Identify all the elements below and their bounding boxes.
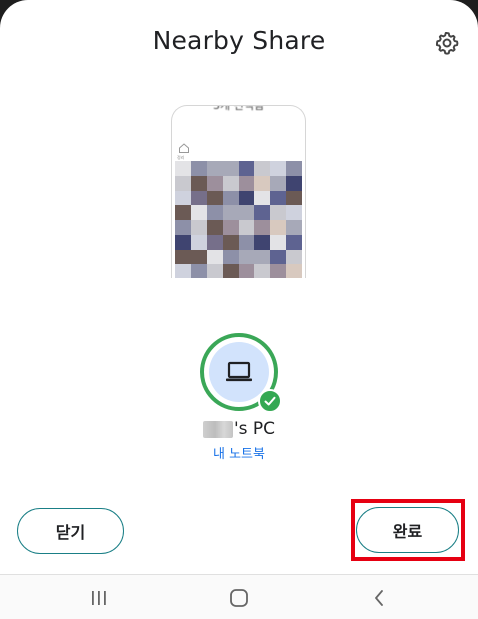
home-button[interactable]	[224, 587, 254, 609]
mosaic-cell	[238, 234, 255, 250]
mosaic-cell	[222, 190, 239, 206]
mosaic-cell	[222, 264, 239, 278]
mosaic-cell	[238, 264, 255, 278]
mosaic-cell	[222, 205, 239, 220]
recent-apps-button[interactable]	[84, 587, 114, 609]
mosaic-cell	[238, 175, 255, 191]
back-icon	[375, 590, 383, 606]
home-icon	[179, 143, 189, 153]
mosaic-cell	[254, 264, 271, 278]
mosaic-cell	[286, 190, 302, 206]
mosaic-cell	[270, 249, 287, 265]
mosaic-cell	[254, 175, 271, 191]
mosaic-cell	[190, 205, 207, 220]
mosaic-cell	[175, 161, 191, 176]
mosaic-cell	[175, 264, 191, 278]
preview-header: 3개 선택됨	[213, 105, 264, 112]
mosaic-cell	[238, 190, 255, 206]
mosaic-cell	[190, 264, 207, 278]
mosaic-cell	[286, 249, 302, 265]
mosaic-cell	[286, 220, 302, 235]
mosaic-cell	[222, 249, 239, 265]
device-subtitle: 내 노트북	[213, 447, 265, 462]
mosaic-cell	[254, 234, 271, 250]
mosaic-cell	[254, 161, 271, 176]
target-device[interactable]	[200, 333, 282, 413]
mosaic-cell	[206, 249, 223, 265]
mosaic-cell	[254, 220, 271, 235]
pixelated-image	[175, 161, 302, 278]
recent-apps-icon	[92, 591, 106, 605]
mosaic-cell	[206, 234, 223, 250]
mosaic-cell	[286, 264, 302, 278]
device-name: 's PC	[0, 419, 478, 439]
close-button[interactable]: 닫기	[17, 508, 124, 554]
mosaic-cell	[206, 190, 223, 206]
mosaic-cell	[286, 234, 302, 250]
done-button[interactable]: 완료	[356, 507, 459, 553]
mosaic-cell	[190, 190, 207, 206]
mosaic-cell	[190, 249, 207, 265]
mosaic-cell	[222, 234, 239, 250]
mosaic-cell	[222, 175, 239, 191]
mosaic-cell	[190, 234, 207, 250]
mosaic-cell	[270, 161, 287, 176]
mosaic-cell	[175, 234, 191, 250]
mosaic-cell	[238, 205, 255, 220]
mosaic-cell	[175, 220, 191, 235]
mosaic-cell	[270, 220, 287, 235]
mosaic-cell	[270, 205, 287, 220]
mosaic-cell	[286, 175, 302, 191]
back-button[interactable]	[364, 587, 394, 609]
settings-button[interactable]	[432, 28, 462, 58]
mosaic-cell	[175, 175, 191, 191]
mosaic-cell	[270, 234, 287, 250]
mosaic-cell	[270, 264, 287, 278]
mosaic-cell	[175, 190, 191, 206]
mosaic-cell	[190, 161, 207, 176]
mosaic-cell	[286, 161, 302, 176]
mosaic-cell	[206, 205, 223, 220]
shared-content-preview: 3개 선택됨 정리	[171, 105, 306, 278]
mosaic-cell	[222, 161, 239, 176]
mosaic-cell	[238, 161, 255, 176]
mosaic-cell	[206, 264, 223, 278]
mosaic-cell	[238, 220, 255, 235]
mosaic-cell	[270, 190, 287, 206]
sheet-title: Nearby Share	[152, 26, 326, 55]
laptop-icon	[226, 361, 252, 382]
mosaic-cell	[254, 190, 271, 206]
mosaic-cell	[190, 220, 207, 235]
checkmark-icon	[258, 389, 282, 413]
redacted-user-name	[202, 420, 233, 438]
nearby-share-sheet: Nearby Share 3개 선택됨 정리 's PC 내 노트북 닫기 완료	[0, 0, 478, 619]
mosaic-cell	[238, 249, 255, 265]
mosaic-cell	[190, 175, 207, 191]
navigation-bar	[0, 574, 478, 619]
mosaic-cell	[206, 175, 223, 191]
gear-icon	[435, 32, 459, 55]
home-icon	[230, 589, 248, 607]
mosaic-cell	[206, 161, 223, 176]
mosaic-cell	[206, 220, 223, 235]
device-name-suffix: 's PC	[233, 419, 276, 439]
mosaic-cell	[254, 249, 271, 265]
mosaic-cell	[286, 205, 302, 220]
mosaic-cell	[175, 205, 191, 220]
mosaic-cell	[270, 175, 287, 191]
mosaic-cell	[222, 220, 239, 235]
mosaic-cell	[175, 249, 191, 265]
mosaic-cell	[254, 205, 271, 220]
